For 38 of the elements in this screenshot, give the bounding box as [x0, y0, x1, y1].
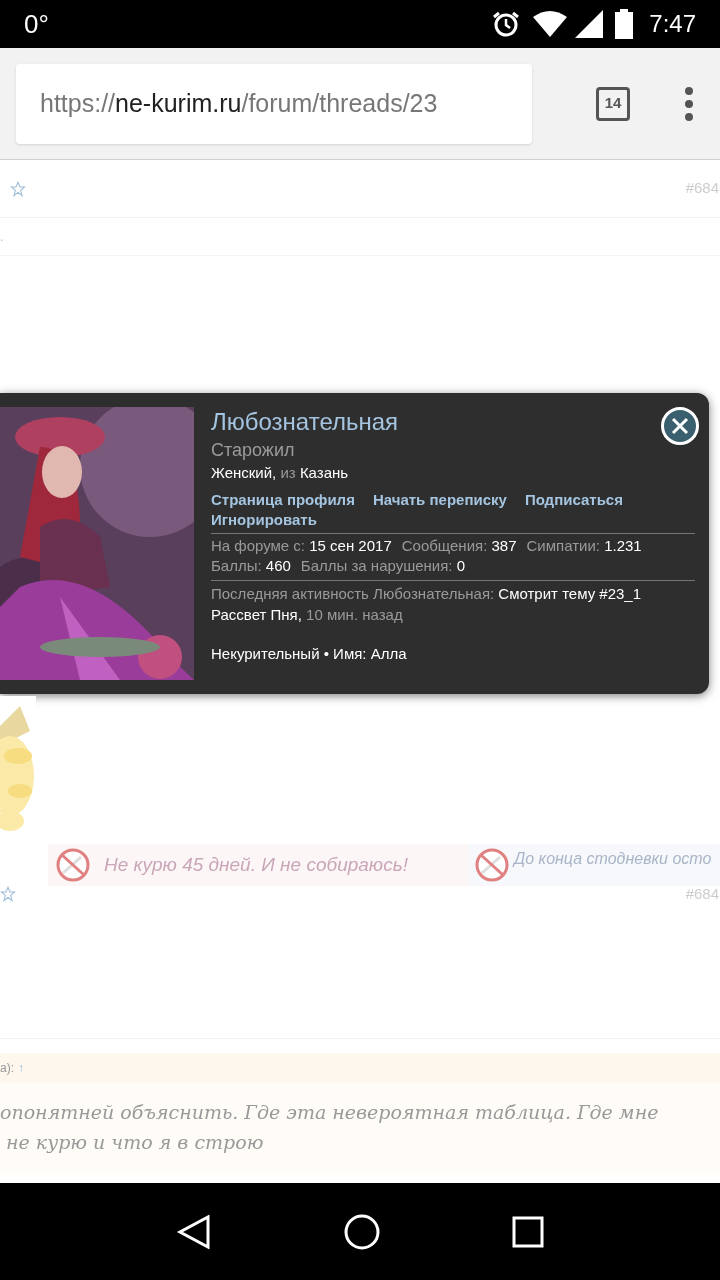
close-button[interactable] [661, 407, 699, 445]
post-text: . [0, 228, 4, 246]
signature-text: Не курю 45 дней. И не собираюсь! [104, 852, 408, 877]
last-activity-text: Последняя активность Любознательная: Смотрит тему #23_1 Рассвет Пня, 10 мин. назад [211, 584, 643, 625]
stat-text: На форуме с: 15 сен 2017 [211, 536, 392, 556]
stat-text: Симпатии: 1.231 [526, 536, 642, 556]
battery-icon [615, 9, 634, 39]
quote-text: не курю и что я в строю [5, 1130, 265, 1155]
close-icon [671, 417, 689, 435]
alarm-icon [491, 9, 522, 39]
no-smoking-icon [55, 847, 91, 883]
star-icon[interactable] [0, 886, 16, 902]
quote-text: опонятней объяснить. Где эта невероятная таблица. Где мне [0, 1100, 660, 1125]
star-icon[interactable] [10, 180, 26, 197]
member-info-text: Женский, из Казань [211, 463, 350, 483]
more-menu-icon[interactable] [684, 86, 694, 121]
stat-text: Сообщения: 387 [401, 536, 517, 556]
profile-link[interactable]: Подписаться [524, 490, 623, 510]
url-field[interactable]: https://ne-kurim.ru/forum/threads/23 [16, 63, 532, 144]
signal-icon [575, 10, 604, 38]
wifi-icon [533, 11, 568, 37]
profile-link[interactable]: Игнорировать [211, 510, 317, 530]
back-icon[interactable] [175, 1213, 212, 1250]
stat-text: Баллы: 460 [211, 556, 291, 576]
profile-link[interactable]: Начать переписку [372, 490, 507, 510]
tab-count-button[interactable]: 14 [596, 86, 630, 121]
signature-text: До конца стодневки осто [514, 849, 712, 869]
recents-icon[interactable] [512, 1215, 545, 1248]
member-name[interactable]: Любознательная [211, 407, 399, 437]
member-footer-text: Некурительный • Имя: Алла [211, 644, 408, 664]
member-rank: Старожил [211, 439, 296, 462]
stat-text: Баллы за нарушения: 0 [300, 556, 465, 576]
temperature-text: 0° [24, 7, 49, 41]
home-icon[interactable] [343, 1212, 381, 1251]
profile-link[interactable]: Страница профиля [211, 490, 355, 510]
time-text: 7:47 [649, 9, 696, 39]
no-smoking-icon [474, 847, 510, 883]
quote-attribution: а): [0, 1060, 14, 1077]
